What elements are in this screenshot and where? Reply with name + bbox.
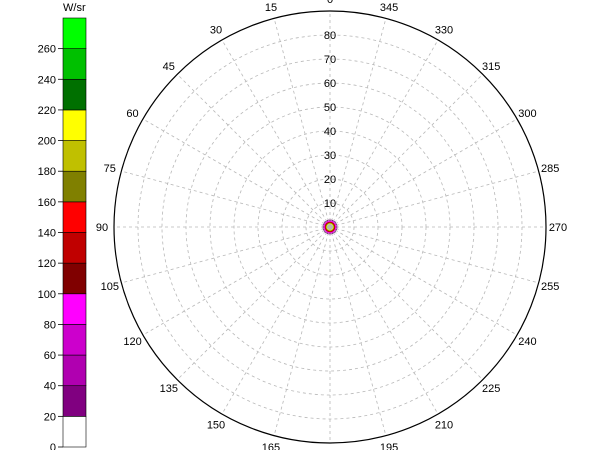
colorbar-tick-label: 60 [44,350,56,362]
colorbar-band [62,262,87,295]
radial-label: 40 [324,126,336,138]
grid-spoke [121,226,331,284]
colorbar-tick-label: 40 [44,381,56,393]
colorbar-band [62,17,87,49]
angle-label: 135 [160,383,178,395]
polar-grid [114,11,546,443]
polar-plot: 0153045607590105120135150165180195210225… [96,0,567,450]
radial-label: 10 [324,198,336,210]
angle-label: 90 [96,222,108,234]
angle-label: 270 [549,222,567,234]
colorbar-band [62,140,87,172]
angle-label: 255 [541,281,559,293]
grid-spoke [273,226,331,436]
colorbar-tick-label: 20 [44,411,56,423]
colorbar-band [62,385,87,417]
radial-label: 20 [324,174,336,186]
radial-labels: 10 20 30 40 50 60 70 80 [324,30,336,210]
colorbar-band [62,78,87,111]
angle-label: 75 [104,163,116,175]
colorbar-band [62,324,87,356]
polar-intensity-chart: W/sr 02040608010012014016018020022024026… [38,0,568,450]
grid-spoke [273,18,331,228]
angle-label: 210 [435,419,453,431]
colorbar-band [62,232,87,264]
angle-label: 225 [482,383,500,395]
colorbar-tick-label: 180 [38,166,56,178]
angle-label: 195 [380,442,398,450]
grid-spoke [329,73,484,228]
angle-label: 315 [482,61,500,73]
grid-spoke [176,73,331,228]
radial-label: 70 [324,54,336,66]
colorbar-tick-label: 220 [38,105,56,117]
radial-label: 30 [324,150,336,162]
colorbar-band [62,201,87,233]
angle-label: 60 [126,108,138,120]
colorbar-band [62,109,87,141]
colorbar-tick-label: 100 [38,289,56,301]
colorbar-ticks: 0 20 40 60 80 100 120 140 160 180 200 220 240 260 [38,44,63,450]
colorbar-tick-label: 260 [38,44,56,56]
colorbar-tick-label: 80 [44,319,56,331]
angle-label: 345 [380,2,398,14]
angle-label: 0 [327,0,333,6]
colorbar-tick-label: 0 [50,442,56,450]
grid-spoke [176,226,331,381]
colorbar: W/sr 0 20 40 60 80 100 120 140 160 180 200 220 240 26… [38,2,87,450]
angle-label: 330 [435,25,453,37]
angle-label: 120 [123,336,141,348]
angle-label: 150 [207,419,225,431]
colorbar-band [62,170,87,203]
colorbar-band [62,48,87,80]
grid-spoke [142,226,331,336]
colorbar-tick-label: 160 [38,197,56,209]
radial-label: 60 [324,78,336,90]
colorbar-tick-label: 120 [38,258,56,270]
colorbar-tick-label: 140 [38,228,56,240]
colorbar-title: W/sr [63,2,86,14]
grid-spoke [329,226,539,284]
colorbar-band [62,416,87,448]
grid-spoke [329,226,439,415]
angle-label: 105 [101,281,119,293]
colorbar-bands [62,17,87,448]
angle-label: 165 [262,442,280,450]
colorbar-band [62,354,87,387]
angle-label: 240 [518,336,536,348]
angle-label: 45 [163,61,175,73]
angle-label: 30 [210,25,222,37]
grid-spoke [329,18,387,228]
radial-label: 50 [324,102,336,114]
grid-spoke [121,170,331,228]
grid-spoke [221,39,331,228]
colorbar-band [62,293,87,325]
colorbar-tick-label: 240 [38,74,56,86]
angle-label: 15 [265,2,277,14]
grid-spoke [329,226,387,436]
angle-label: 285 [541,163,559,175]
colorbar-tick-label: 200 [38,136,56,148]
grid-spoke [329,170,539,228]
angle-label: 300 [518,108,536,120]
grid-spoke [329,226,484,381]
radial-label: 80 [324,30,336,42]
